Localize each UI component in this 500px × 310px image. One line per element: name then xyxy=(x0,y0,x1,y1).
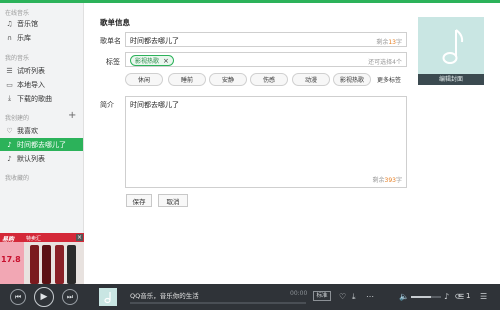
playlist-cover[interactable]: 编辑封面 xyxy=(418,17,484,85)
tag-option-sad[interactable]: 伤感 xyxy=(250,73,288,86)
ad-close-icon[interactable]: × xyxy=(76,234,83,241)
sidebar-item-label: 下载的歌曲 xyxy=(17,94,52,103)
ad-product-image xyxy=(67,245,76,284)
ad-product-image xyxy=(55,245,64,284)
section-created: 我创建的 xyxy=(5,115,30,122)
download-icon[interactable]: ⤓ xyxy=(352,292,356,302)
sidebar-item-local-import[interactable]: ▭ 本地导入 xyxy=(0,78,83,91)
ad-price: 17.8 xyxy=(1,255,21,264)
play-icon[interactable]: ▶ xyxy=(34,287,54,307)
ad-product-image xyxy=(30,245,39,284)
tag-option-bedtime[interactable]: 睡前 xyxy=(168,73,206,86)
lyrics-icon[interactable]: ♪ xyxy=(444,292,449,301)
intro-char-count: 剩余393字 xyxy=(372,177,402,184)
tag-option-quiet[interactable]: 安静 xyxy=(209,73,247,86)
advertisement-banner[interactable]: 易购 特卖汇 17.8 × xyxy=(0,233,84,284)
track-thumbnail[interactable] xyxy=(99,288,117,306)
selected-tag-label: 影视热歌 xyxy=(135,58,160,65)
track-time: 00:00 xyxy=(290,290,308,297)
playlist-count: 1 xyxy=(466,292,471,300)
volume-slider[interactable] xyxy=(411,296,441,298)
remove-tag-icon[interactable]: × xyxy=(163,57,169,65)
music-note-icon xyxy=(442,29,464,64)
folder-icon: ▭ xyxy=(6,80,13,89)
edit-cover-button[interactable]: 编辑封面 xyxy=(418,74,484,85)
music-note-icon: ♪ xyxy=(7,140,12,149)
sidebar: 在线音乐 ♫ 音乐馆 ∩ 乐库 我的音乐 ☰ 试听列表 ▭ 本地导入 ⤓ 下载的… xyxy=(0,3,84,233)
tags-input[interactable]: 影视热歌 × 还可选择4个 xyxy=(125,52,407,67)
add-playlist-icon[interactable]: + xyxy=(68,111,76,121)
sidebar-item-label: 本地导入 xyxy=(17,80,45,89)
music-note-icon xyxy=(104,292,111,304)
name-label: 歌单名 xyxy=(100,37,121,45)
sidebar-item-trial-list[interactable]: ☰ 试听列表 xyxy=(0,64,83,77)
sidebar-item-default-list[interactable]: ♪ 默认列表 xyxy=(0,152,83,165)
cancel-button[interactable]: 取消 xyxy=(158,194,188,207)
volume-icon[interactable]: 🔈 xyxy=(399,292,409,301)
playlist-name-value: 时间都去哪儿了 xyxy=(130,37,179,45)
section-my-music: 我的音乐 xyxy=(5,55,30,62)
sidebar-item-label: 时间都去哪儿了 xyxy=(17,140,66,149)
section-favorited: 我收藏的 xyxy=(5,175,30,182)
section-online-music: 在线音乐 xyxy=(5,10,30,17)
tags-label: 标签 xyxy=(106,58,120,66)
download-icon: ⤓ xyxy=(7,94,12,102)
queue-icon[interactable]: ☰ xyxy=(480,292,487,301)
intro-textarea[interactable]: 时间都去哪儿了 剩余393字 xyxy=(125,96,407,188)
playlist-name-input[interactable]: 时间都去哪儿了 剩余13字 xyxy=(125,32,407,47)
name-char-count: 剩余13字 xyxy=(376,39,402,46)
volume-level xyxy=(411,296,431,298)
tag-option-leisure[interactable]: 休闲 xyxy=(125,73,163,86)
sidebar-item-label: 试听列表 xyxy=(17,66,45,75)
playlist-icon[interactable]: ☰ xyxy=(458,293,464,301)
quality-selector[interactable]: 标准 xyxy=(313,291,331,301)
sidebar-item-playlist-active[interactable]: ♪ 时间都去哪儿了 xyxy=(0,138,83,151)
music-hall-icon: ♫ xyxy=(6,19,13,28)
player-bar: ⏮ ▶ ⏭ QQ音乐，音乐你的生活 00:00 标准 ♡ ⤓ ⋯ 🔈 ♪ ⟳ ☰… xyxy=(0,284,500,310)
ad-subtitle: 特卖汇 xyxy=(26,236,42,242)
heart-icon: ♡ xyxy=(6,126,13,135)
sidebar-item-label: 默认列表 xyxy=(17,154,45,163)
intro-text: 时间都去哪儿了 xyxy=(130,101,179,109)
more-tags-link[interactable]: 更多标签 xyxy=(377,75,401,84)
sidebar-item-downloads[interactable]: ⤓ 下载的歌曲 xyxy=(0,92,83,105)
tag-option-film-hits[interactable]: 影视热歌 xyxy=(333,73,371,86)
progress-bar[interactable] xyxy=(130,302,306,304)
previous-icon[interactable]: ⏮ xyxy=(10,289,26,305)
heart-icon[interactable]: ♡ xyxy=(339,292,346,301)
more-icon[interactable]: ⋯ xyxy=(366,292,374,301)
sidebar-item-label: 音乐馆 xyxy=(17,19,38,28)
save-button[interactable]: 保存 xyxy=(126,194,152,207)
sidebar-item-label: 乐库 xyxy=(17,33,31,42)
tag-option-anime[interactable]: 动漫 xyxy=(292,73,330,86)
selected-tag-chip[interactable]: 影视热歌 × xyxy=(130,55,174,66)
list-icon: ☰ xyxy=(6,66,13,75)
headphones-icon: ∩ xyxy=(6,33,13,42)
next-icon[interactable]: ⏭ xyxy=(62,289,78,305)
sidebar-item-favorites[interactable]: ♡ 我喜欢 xyxy=(0,124,83,137)
page-title: 歌单信息 xyxy=(100,18,130,27)
ad-product-image xyxy=(42,245,51,284)
sidebar-item-music-hall[interactable]: ♫ 音乐馆 xyxy=(0,17,83,30)
sidebar-item-library[interactable]: ∩ 乐库 xyxy=(0,31,83,44)
tags-remaining-hint: 还可选择4个 xyxy=(368,59,402,66)
track-title: QQ音乐，音乐你的生活 xyxy=(130,292,199,300)
music-note-icon: ♪ xyxy=(7,154,12,163)
sidebar-item-label: 我喜欢 xyxy=(17,126,38,135)
intro-label: 简介 xyxy=(100,101,114,109)
